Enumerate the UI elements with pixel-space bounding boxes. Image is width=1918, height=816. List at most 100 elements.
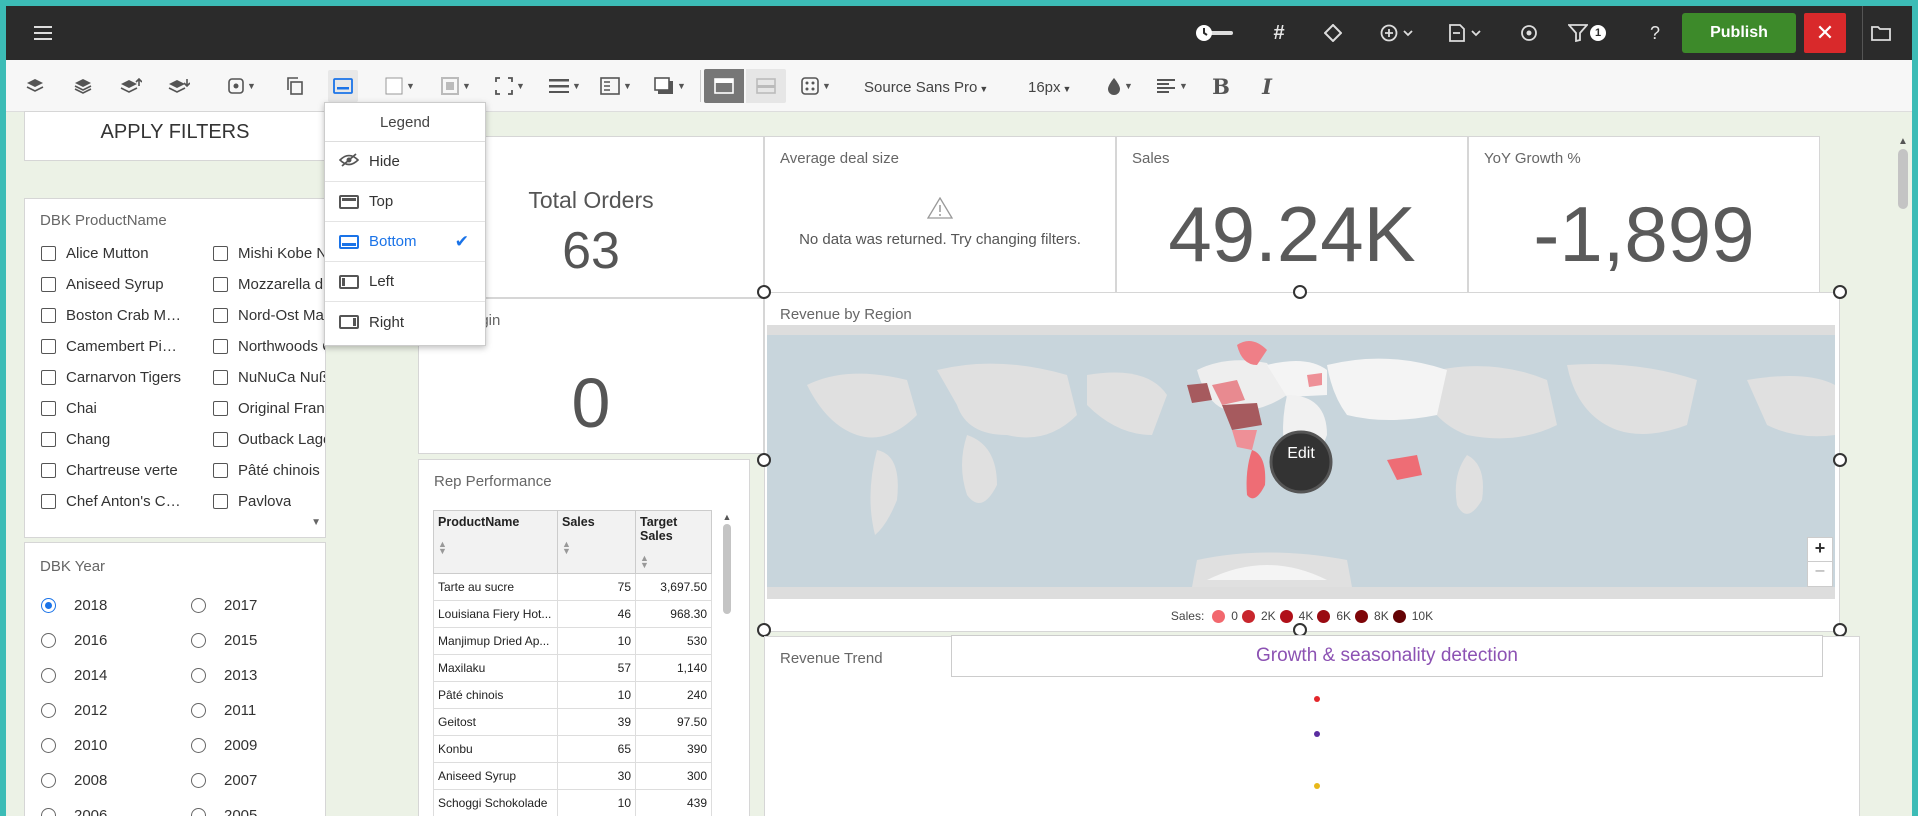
- resize-handle[interactable]: [757, 623, 771, 637]
- radio-circle[interactable]: [41, 668, 56, 683]
- year-radio[interactable]: 2015: [191, 632, 257, 649]
- year-radio[interactable]: 2012: [41, 702, 107, 719]
- resize-handle[interactable]: [1293, 285, 1307, 299]
- table-row[interactable]: Manjimup Dried Ap... 10 530: [433, 627, 712, 655]
- average-deal-tile[interactable]: Average deal size No data was returned. …: [764, 136, 1116, 298]
- resize-handle[interactable]: [1833, 285, 1847, 299]
- folder-icon[interactable]: [1862, 6, 1898, 60]
- resize-handle[interactable]: [1833, 453, 1847, 467]
- radio-circle[interactable]: [191, 808, 206, 816]
- checkbox-box[interactable]: [41, 494, 56, 509]
- page-scrollbar[interactable]: ▲: [1896, 136, 1910, 816]
- diamond-icon[interactable]: [1318, 6, 1348, 60]
- resize-handle[interactable]: [757, 285, 771, 299]
- product-checkbox[interactable]: Pâté chinois: [213, 462, 320, 479]
- year-radio[interactable]: 2005: [191, 807, 257, 816]
- checkbox-box[interactable]: [41, 277, 56, 292]
- title-hide-icon[interactable]: [746, 69, 786, 103]
- legend-option-right[interactable]: Right: [325, 302, 485, 342]
- border-color-dropdown-icon[interactable]: ▼: [438, 70, 474, 102]
- zoom-in-button[interactable]: +: [1808, 538, 1832, 562]
- product-checkbox[interactable]: Carnarvon Tigers: [41, 369, 181, 386]
- checkbox-box[interactable]: [213, 432, 228, 447]
- resize-handle[interactable]: [1833, 623, 1847, 637]
- product-checkbox[interactable]: Outback Lager: [213, 431, 325, 448]
- hamburger-menu-icon[interactable]: [28, 6, 58, 60]
- radio-circle[interactable]: [41, 773, 56, 788]
- checkbox-box[interactable]: [213, 277, 228, 292]
- send-backward-icon[interactable]: [164, 70, 194, 102]
- checkbox-box[interactable]: [213, 494, 228, 509]
- checkbox-box[interactable]: [213, 339, 228, 354]
- product-checkbox[interactable]: Boston Crab Meat: [41, 307, 183, 324]
- radio-circle[interactable]: [41, 808, 56, 816]
- checkbox-box[interactable]: [213, 401, 228, 416]
- table-row[interactable]: Pâté chinois 10 240: [433, 681, 712, 709]
- year-radio[interactable]: 2010: [41, 737, 107, 754]
- refresh-icon[interactable]: [1514, 6, 1544, 60]
- italic-icon[interactable]: I: [1252, 70, 1282, 102]
- table-row[interactable]: Geitost 39 97.50: [433, 708, 712, 736]
- product-checkbox[interactable]: Aniseed Syrup: [41, 276, 164, 293]
- year-radio[interactable]: 2016: [41, 632, 107, 649]
- table-scrollbar[interactable]: ▲: [721, 512, 733, 812]
- product-checkbox[interactable]: Chef Anton's Cajun ...: [41, 493, 183, 510]
- text-align-dropdown-icon[interactable]: ▼: [1152, 70, 1192, 102]
- layers-stack-icon[interactable]: [68, 70, 98, 102]
- product-checkbox[interactable]: NuNuCa Nuß-Noug...: [213, 369, 325, 386]
- product-checkbox[interactable]: Northwoods Cranbe...: [213, 338, 325, 355]
- page-dropdown-icon[interactable]: [1444, 6, 1488, 60]
- product-checkbox[interactable]: Camembert Pierrot: [41, 338, 183, 355]
- font-size-select[interactable]: 16px ▼: [1028, 79, 1071, 96]
- checkbox-box[interactable]: [213, 463, 228, 478]
- border-style-dropdown-icon[interactable]: ▼: [492, 70, 528, 102]
- resize-handle[interactable]: [757, 453, 771, 467]
- radio-circle[interactable]: [191, 773, 206, 788]
- year-radio[interactable]: 2017: [191, 597, 257, 614]
- copy-icon[interactable]: [280, 70, 310, 102]
- year-radio[interactable]: 2013: [191, 667, 257, 684]
- scroll-down-arrow-icon[interactable]: ▼: [311, 517, 321, 528]
- edit-map-button[interactable]: Edit: [1270, 445, 1332, 463]
- legend-option-hide[interactable]: Hide: [325, 142, 485, 182]
- component-dropdown-icon[interactable]: ▼: [224, 70, 260, 102]
- product-checkbox[interactable]: Pavlova: [213, 493, 291, 510]
- radio-circle[interactable]: [41, 598, 56, 613]
- year-radio[interactable]: 2011: [191, 702, 256, 719]
- filter-icon[interactable]: 1: [1564, 6, 1610, 60]
- yoy-growth-tile[interactable]: YoY Growth % -1,899: [1468, 136, 1820, 298]
- legend-option-left[interactable]: Left: [325, 262, 485, 302]
- checkbox-box[interactable]: [41, 246, 56, 261]
- revenue-trend-panel[interactable]: Revenue Trend Growth & seasonality detec…: [764, 635, 1860, 816]
- help-icon[interactable]: ?: [1640, 6, 1670, 60]
- radio-circle[interactable]: [191, 738, 206, 753]
- chart-options-dropdown-icon[interactable]: ▼: [796, 70, 836, 102]
- product-checkbox[interactable]: Mishi Kobe Niku: [213, 245, 325, 262]
- checkbox-box[interactable]: [41, 308, 56, 323]
- table-row[interactable]: Schoggi Schokolade 10 439: [433, 789, 712, 816]
- year-radio[interactable]: 2018: [41, 597, 107, 614]
- year-radio[interactable]: 2007: [191, 772, 257, 789]
- close-button[interactable]: ✕: [1804, 13, 1846, 53]
- column-header-productname[interactable]: ProductName ▲ ▼: [433, 510, 558, 574]
- product-checkbox[interactable]: Nord-Ost Matjeshering: [213, 307, 325, 324]
- product-checkbox[interactable]: Chang: [41, 431, 110, 448]
- table-row[interactable]: Konbu 65 390: [433, 735, 712, 763]
- hashtag-icon[interactable]: #: [1264, 6, 1294, 60]
- shadow-dropdown-icon[interactable]: ▼: [650, 70, 690, 102]
- radio-circle[interactable]: [191, 668, 206, 683]
- fill-color-dropdown-icon[interactable]: ▼: [382, 70, 418, 102]
- padding-dropdown-icon[interactable]: ▼: [596, 70, 636, 102]
- year-radio[interactable]: 2009: [191, 737, 257, 754]
- radio-circle[interactable]: [41, 633, 56, 648]
- checkbox-box[interactable]: [213, 246, 228, 261]
- add-dropdown-icon[interactable]: [1376, 6, 1420, 60]
- radio-circle[interactable]: [41, 738, 56, 753]
- radio-circle[interactable]: [191, 703, 206, 718]
- world-map[interactable]: Edit + –: [767, 325, 1835, 599]
- legend-option-top[interactable]: Top: [325, 182, 485, 222]
- timer-toggle-icon[interactable]: [1192, 6, 1240, 60]
- checkbox-box[interactable]: [41, 339, 56, 354]
- revenue-by-region-panel[interactable]: Revenue by Region Edit + – Sales: 0 2K 4…: [764, 292, 1840, 632]
- product-checkbox[interactable]: Chai: [41, 400, 97, 417]
